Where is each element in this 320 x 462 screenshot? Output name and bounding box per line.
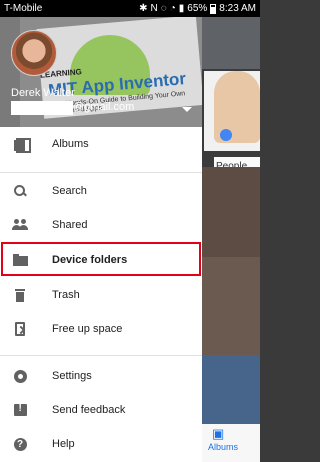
drawer-header: LEARNING MIT App Inventor A Hands-On Gui…: [0, 17, 202, 127]
menu-item-send-feedback[interactable]: Send feedback: [0, 393, 202, 427]
people-icon: [12, 217, 28, 233]
background-photo-2: [202, 257, 260, 357]
menu-item-help[interactable]: ? Help: [0, 427, 202, 461]
menu-label-free-up-space: Free up space: [52, 323, 123, 335]
navigation-drawer: LEARNING MIT App Inventor A Hands-On Gui…: [0, 17, 202, 462]
account-avatar[interactable]: [11, 30, 57, 76]
background-thumbnail: [202, 17, 260, 69]
albums-tab-icon: ▣: [212, 426, 225, 441]
menu-label-search: Search: [52, 185, 87, 197]
wifi-icon: ◔: [169, 3, 176, 14]
albums-tab-label: Albums: [208, 442, 239, 452]
battery-percent: 65%: [187, 3, 208, 14]
photos-background: People ▣ Albums: [202, 17, 260, 462]
menu-item-shared[interactable]: Shared: [0, 208, 202, 242]
menu-label-send-feedback: Send feedback: [52, 404, 126, 416]
search-icon: [12, 183, 28, 199]
status-time: 8:23 AM: [219, 3, 256, 14]
menu-item-free-up-space[interactable]: Free up space: [0, 312, 202, 346]
menu-label-shared: Shared: [52, 219, 88, 231]
menu-label-settings: Settings: [52, 370, 92, 382]
menu-label-help: Help: [52, 438, 75, 450]
account-name: Derek Walter: [11, 87, 75, 99]
status-bar: T-Mobile ✱ N ◌ ◔ ▮ 65% 8:23 AM: [0, 0, 260, 17]
albums-icon: [12, 136, 31, 153]
menu-item-trash[interactable]: Trash: [0, 278, 202, 312]
menu-label-trash: Trash: [52, 289, 80, 301]
menu-label-albums: Albums: [52, 138, 89, 150]
menu-item-albums[interactable]: Albums: [0, 127, 202, 161]
status-icons: ✱ N ◌ ◔ ▮ 65% 8:23 AM: [139, 3, 256, 14]
menu-item-settings[interactable]: Settings: [0, 359, 202, 393]
phone-icon: [12, 321, 28, 337]
divider: [0, 355, 202, 356]
signal-icon: ▮: [178, 3, 185, 14]
menu-item-search[interactable]: Search: [0, 174, 202, 208]
person-icon: [220, 129, 232, 141]
help-icon: ?: [12, 436, 28, 452]
battery-icon: [210, 3, 217, 14]
carrier-label: T-Mobile: [4, 3, 43, 14]
nfc-icon: N: [150, 3, 158, 14]
bluetooth-icon: ✱: [139, 3, 148, 14]
highlight-box: [1, 242, 201, 276]
account-switcher-chevron-down-icon[interactable]: [182, 107, 192, 112]
gear-icon: [12, 368, 28, 384]
feedback-icon: [12, 402, 28, 418]
mute-icon: ◌: [160, 3, 167, 14]
account-email: @gmail.com: [73, 101, 135, 113]
trash-icon: [12, 287, 28, 303]
email-redaction: [11, 101, 73, 115]
divider: [0, 172, 202, 173]
